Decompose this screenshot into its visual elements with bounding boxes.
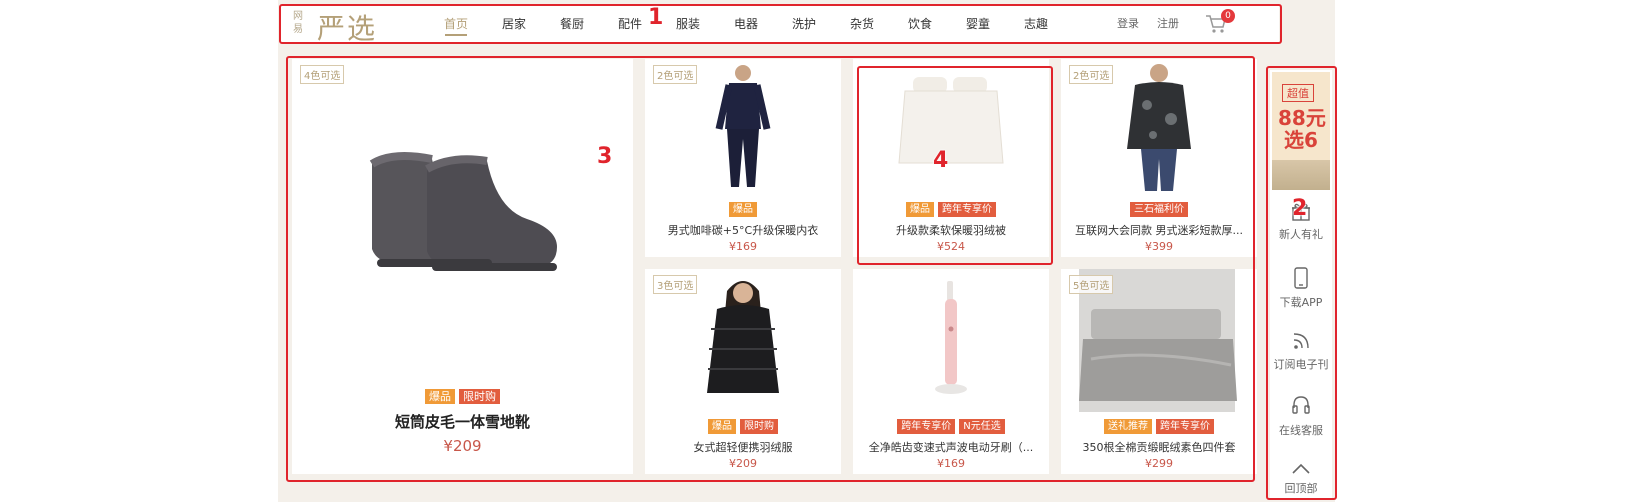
annotation-label-1: 1 <box>648 5 664 30</box>
color-options-tag: 5色可选 <box>1069 275 1114 294</box>
product-price: ¥299 <box>1145 457 1173 470</box>
product-name[interactable]: 短筒皮毛一体雪地靴 <box>298 411 627 432</box>
category-nav: 首页 居家 餐厨 配件 服装 电器 洗护 杂货 饮食 婴童 志趣 <box>427 5 1065 43</box>
top-navigation-bar: 网易 严选 首页 居家 餐厨 配件 服装 电器 洗护 杂货 饮食 婴童 志趣 登… <box>279 5 1279 45</box>
right-sidebar: 超值 88元 选6 新人有礼 下载APP 订阅电子刊 在线客服 回顶部 <box>1270 70 1332 500</box>
nav-item-clothing[interactable]: 服装 <box>659 5 717 43</box>
color-options-tag: 2色可选 <box>653 65 698 84</box>
login-link[interactable]: 登录 <box>1117 5 1139 43</box>
sidebar-item-label: 在线客服 <box>1279 424 1323 437</box>
color-options-tag: 2色可选 <box>1069 65 1114 84</box>
nav-item-hobbies[interactable]: 志趣 <box>1007 5 1065 43</box>
product-badges: 爆品 限时购 <box>645 419 841 434</box>
badge-welfare-price: 三石福利价 <box>1130 202 1188 217</box>
sidebar-item-back-to-top[interactable]: 回顶部 <box>1270 462 1332 496</box>
rss-icon <box>1293 333 1309 349</box>
chevron-up-icon <box>1292 463 1310 474</box>
sidebar-item-download-app[interactable]: 下载APP <box>1270 266 1332 310</box>
sidebar-item-online-service[interactable]: 在线客服 <box>1270 394 1332 438</box>
annotation-label-2: 2 <box>1292 196 1308 221</box>
register-link[interactable]: 注册 <box>1157 5 1179 43</box>
logo-yanxuan[interactable]: 严选 <box>317 7 377 47</box>
badge-hot: 爆品 <box>906 202 934 217</box>
badge-hot: 爆品 <box>729 202 757 217</box>
product-price: ¥169 <box>729 240 757 253</box>
product-badges: 爆品 限时购 <box>292 389 633 404</box>
product-badges: 跨年专享价 N元任选 <box>853 419 1049 434</box>
nav-item-kitchen[interactable]: 餐厨 <box>543 5 601 43</box>
color-options-tag: 3色可选 <box>653 275 698 294</box>
product-price: ¥169 <box>937 457 965 470</box>
product-badges: 爆品 跨年专享价 <box>853 202 1049 217</box>
product-price: ¥524 <box>937 240 965 253</box>
product-name[interactable]: 互联网大会同款 男式迷彩短款厚... <box>1067 222 1251 238</box>
product-card-bedding-set[interactable]: 5色可选 送礼推荐 跨年专享价 350根全棉贡缎眠绒素色四件套 ¥299 <box>1061 269 1257 474</box>
product-name[interactable]: 女式超轻便携羽绒服 <box>651 439 835 455</box>
color-options-tag: 4色可选 <box>300 65 345 84</box>
promo-choose: 选6 <box>1284 128 1318 152</box>
nav-item-baby[interactable]: 婴童 <box>949 5 1007 43</box>
badge-flash-sale: 限时购 <box>459 389 500 404</box>
logo-netease[interactable]: 网易 <box>293 10 307 36</box>
product-card-thermal-underwear[interactable]: 2色可选 爆品 男式咖啡碳+5°C升级保暖内衣 ¥169 <box>645 59 841 257</box>
product-price: ¥399 <box>1145 240 1173 253</box>
product-price: ¥209 <box>443 437 482 455</box>
nav-item-home-living[interactable]: 居家 <box>485 5 543 43</box>
badge-hot: 爆品 <box>708 419 736 434</box>
product-name[interactable]: 升级款柔软保暖羽绒被 <box>859 222 1043 238</box>
nav-item-home[interactable]: 首页 <box>427 5 485 43</box>
phone-icon <box>1294 267 1308 289</box>
nav-item-groceries[interactable]: 杂货 <box>833 5 891 43</box>
sidebar-item-label: 回顶部 <box>1284 482 1318 495</box>
product-card-down-duvet[interactable]: 爆品 跨年专享价 升级款柔软保暖羽绒被 ¥524 <box>853 59 1049 257</box>
badge-flash-sale: 限时购 <box>740 419 778 434</box>
badge-new-year-price: 跨年专享价 <box>897 419 956 434</box>
product-badges: 三石福利价 <box>1061 202 1257 217</box>
cart-count-badge: 0 <box>1221 9 1235 23</box>
auth-links: 登录 注册 <box>1117 5 1179 43</box>
sidebar-item-subscribe[interactable]: 订阅电子刊 <box>1270 330 1332 372</box>
sidebar-item-label: 新人有礼 <box>1279 228 1323 241</box>
product-name[interactable]: 男式咖啡碳+5°C升级保暖内衣 <box>651 222 835 238</box>
nav-item-appliances[interactable]: 电器 <box>717 5 775 43</box>
product-price: ¥209 <box>729 457 757 470</box>
nav-item-personal-care[interactable]: 洗护 <box>775 5 833 43</box>
product-card-toothbrush[interactable]: 跨年专享价 N元任选 全净皓齿变速式声波电动牙刷（... ¥169 <box>853 269 1049 474</box>
headset-icon <box>1292 396 1310 414</box>
badge-gift-recommend: 送礼推荐 <box>1104 419 1152 434</box>
badge-new-year-price: 跨年专享价 <box>938 202 996 217</box>
product-card-snow-boots[interactable]: 4色可选 爆品 限时购 短筒皮毛一体雪地靴 ¥209 <box>292 59 633 474</box>
sidebar-item-label: 下载APP <box>1279 296 1323 309</box>
promo-tag: 超值 <box>1282 84 1314 102</box>
nav-item-food[interactable]: 饮食 <box>891 5 949 43</box>
product-image-snow-boots[interactable] <box>292 59 633 371</box>
sidebar-item-label: 订阅电子刊 <box>1273 358 1329 371</box>
badge-n-yuan-pick: N元任选 <box>959 419 1005 434</box>
product-name[interactable]: 全净皓齿变速式声波电动牙刷（... <box>859 439 1043 455</box>
promo-illustration <box>1272 160 1330 190</box>
promo-banner[interactable]: 超值 88元 选6 <box>1272 72 1330 190</box>
badge-new-year-price: 跨年专享价 <box>1156 419 1214 434</box>
product-badges: 爆品 <box>645 202 841 217</box>
product-image-down-duvet[interactable] <box>853 59 1049 197</box>
product-card-camo-jacket[interactable]: 2色可选 三石福利价 互联网大会同款 男式迷彩短款厚... ¥399 <box>1061 59 1257 257</box>
product-badges: 送礼推荐 跨年专享价 <box>1061 419 1257 434</box>
annotation-label-4: 4 <box>933 148 949 173</box>
product-image-toothbrush[interactable] <box>853 269 1049 412</box>
product-name[interactable]: 350根全棉贡缎眠绒素色四件套 <box>1067 439 1251 455</box>
badge-hot: 爆品 <box>425 389 455 404</box>
annotation-label-3: 3 <box>597 144 613 169</box>
product-card-down-jacket[interactable]: 3色可选 爆品 限时购 女式超轻便携羽绒服 ¥209 <box>645 269 841 474</box>
